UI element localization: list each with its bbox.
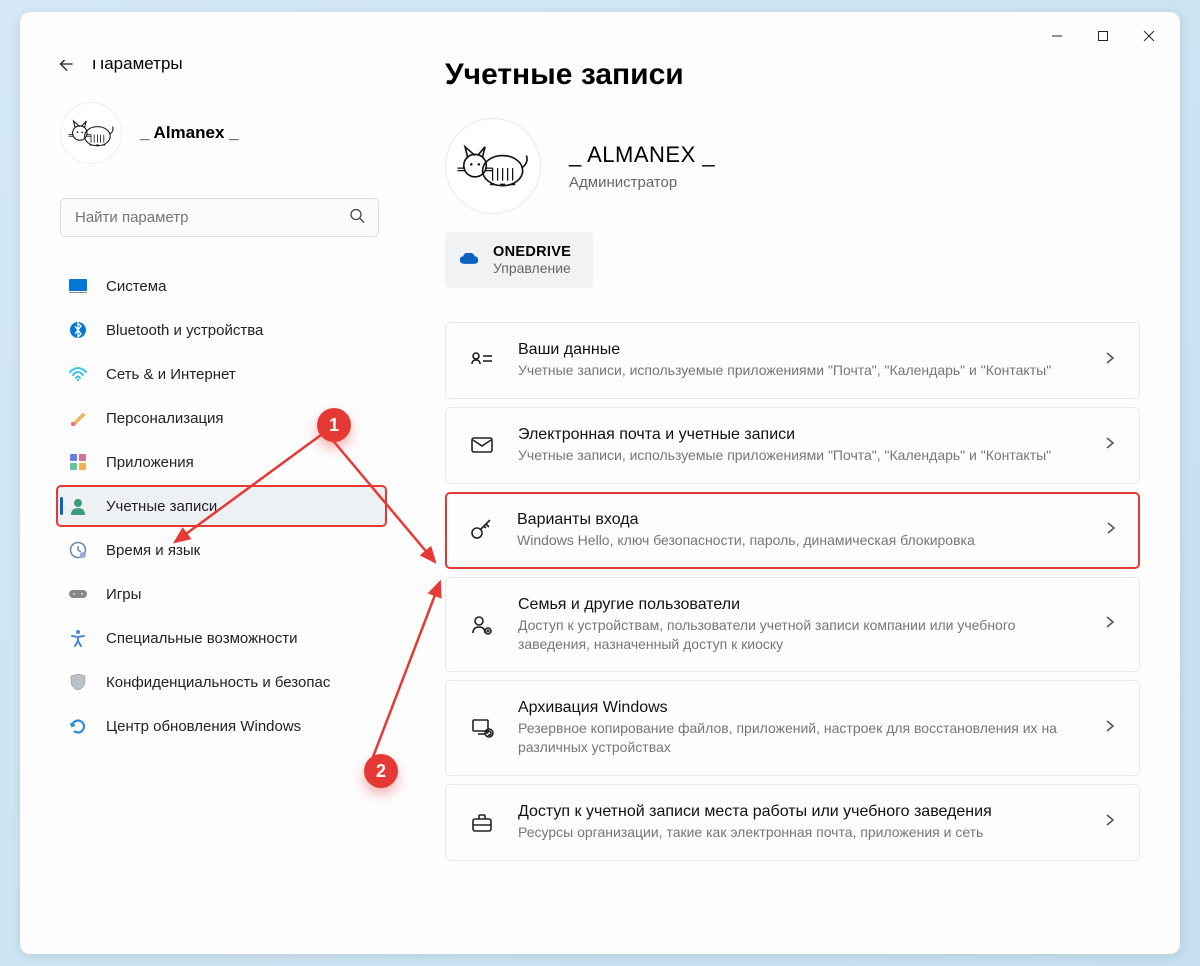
- sidebar: Параметры _ Almanex _ Система Bluetooth …: [20, 60, 405, 954]
- card-title: Ваши данные: [518, 341, 1081, 359]
- nav-gaming[interactable]: Игры: [56, 573, 387, 615]
- card-your-info[interactable]: Ваши данные Учетные записи, используемые …: [445, 322, 1140, 399]
- window-controls: [1034, 20, 1172, 52]
- system-icon: [68, 276, 88, 296]
- nav-label: Специальные возможности: [106, 630, 298, 647]
- back-icon[interactable]: [56, 60, 74, 73]
- card-title: Архивация Windows: [518, 699, 1081, 717]
- key-icon: [467, 516, 495, 544]
- nav-label: Система: [106, 278, 166, 295]
- card-signin-options[interactable]: Варианты входа Windows Hello, ключ безопа…: [445, 492, 1140, 569]
- close-button[interactable]: [1126, 20, 1172, 52]
- titlebar: [20, 12, 1180, 60]
- settings-window: Параметры _ Almanex _ Система Bluetooth …: [20, 12, 1180, 954]
- nav-apps[interactable]: Приложения: [56, 441, 387, 483]
- bluetooth-icon: [68, 320, 88, 340]
- nav-label: Игры: [106, 586, 141, 603]
- clock-icon: [68, 540, 88, 560]
- card-desc: Учетные записи, используемые приложениям…: [518, 361, 1081, 380]
- nav-label: Сеть & и Интернет: [106, 366, 236, 383]
- onedrive-sub: Управление: [493, 260, 571, 276]
- card-family[interactable]: Семья и другие пользователи Доступ к устр…: [445, 577, 1140, 673]
- card-backup[interactable]: Архивация Windows Резервное копирование ф…: [445, 680, 1140, 776]
- page-title: Учетные записи: [445, 60, 1140, 92]
- card-email[interactable]: Электронная почта и учетные записи Учетны…: [445, 407, 1140, 484]
- nav-label: Учетные записи: [106, 498, 217, 515]
- nav-label: Bluetooth и устройства: [106, 322, 263, 339]
- minimize-button[interactable]: [1034, 20, 1080, 52]
- card-desc: Ресурсы организации, такие как электронн…: [518, 823, 1081, 842]
- nav-network[interactable]: Сеть & и Интернет: [56, 353, 387, 395]
- chevron-right-icon: [1103, 351, 1117, 370]
- nav-update[interactable]: Центр обновления Windows: [56, 705, 387, 747]
- people-icon: [468, 611, 496, 639]
- nav-privacy[interactable]: Конфиденциальность и безопас: [56, 661, 387, 703]
- person-icon: [68, 496, 88, 516]
- avatar-icon: [60, 102, 122, 164]
- nav-label: Персонализация: [106, 410, 224, 427]
- chevron-right-icon: [1103, 436, 1117, 455]
- onedrive-card[interactable]: OneDrive Управление: [445, 232, 593, 288]
- profile-block: _ ALMANEX _ Администратор: [445, 118, 1140, 214]
- nav-label: Приложения: [106, 454, 194, 471]
- card-desc: Доступ к устройствам, пользователи учетн…: [518, 616, 1081, 654]
- sidebar-user-name: _ Almanex _: [140, 123, 239, 143]
- sidebar-user[interactable]: _ Almanex _: [60, 102, 393, 164]
- nav-accounts[interactable]: Учетные записи: [56, 485, 387, 527]
- nav-list: Система Bluetooth и устройства Сеть & и …: [56, 265, 387, 747]
- card-title: Варианты входа: [517, 511, 1082, 529]
- nav-accessibility[interactable]: Специальные возможности: [56, 617, 387, 659]
- mail-icon: [468, 431, 496, 459]
- nav-time[interactable]: Время и язык: [56, 529, 387, 571]
- nav-system[interactable]: Система: [56, 265, 387, 307]
- profile-name: _ ALMANEX _: [569, 142, 715, 168]
- onedrive-title: OneDrive: [493, 244, 571, 260]
- brush-icon: [68, 408, 88, 428]
- card-title: Доступ к учетной записи места работы или…: [518, 803, 1081, 821]
- main-content: Учетные записи _ ALMANEX _ Администратор…: [405, 60, 1180, 954]
- card-title: Электронная почта и учетные записи: [518, 426, 1081, 444]
- chevron-right-icon: [1103, 719, 1117, 738]
- app-title: Параметры: [92, 60, 183, 74]
- accessibility-icon: [68, 628, 88, 648]
- nav-personalization[interactable]: Персонализация: [56, 397, 387, 439]
- gamepad-icon: [68, 584, 88, 604]
- search-input[interactable]: [60, 198, 379, 237]
- backup-icon: [468, 714, 496, 742]
- profile-avatar-icon: [445, 118, 541, 214]
- card-title: Семья и другие пользователи: [518, 596, 1081, 614]
- nav-label: Конфиденциальность и безопас: [106, 674, 330, 691]
- update-icon: [68, 716, 88, 736]
- card-desc: Учетные записи, используемые приложениям…: [518, 446, 1081, 465]
- settings-cards: Ваши данные Учетные записи, используемые …: [445, 322, 1140, 861]
- chevron-right-icon: [1103, 615, 1117, 634]
- cloud-icon: [459, 248, 479, 273]
- card-work-school[interactable]: Доступ к учетной записи места работы или…: [445, 784, 1140, 861]
- chevron-right-icon: [1103, 813, 1117, 832]
- id-icon: [468, 346, 496, 374]
- apps-icon: [68, 452, 88, 472]
- maximize-button[interactable]: [1080, 20, 1126, 52]
- chevron-right-icon: [1104, 521, 1118, 540]
- shield-icon: [68, 672, 88, 692]
- nav-label: Время и язык: [106, 542, 200, 559]
- wifi-icon: [68, 364, 88, 384]
- nav-bluetooth[interactable]: Bluetooth и устройства: [56, 309, 387, 351]
- nav-label: Центр обновления Windows: [106, 718, 301, 735]
- profile-role: Администратор: [569, 174, 715, 191]
- search-container: [60, 198, 379, 237]
- briefcase-icon: [468, 809, 496, 837]
- search-icon: [349, 207, 365, 228]
- card-desc: Windows Hello, ключ безопасности, пароль…: [517, 531, 1082, 550]
- card-desc: Резервное копирование файлов, приложений…: [518, 719, 1081, 757]
